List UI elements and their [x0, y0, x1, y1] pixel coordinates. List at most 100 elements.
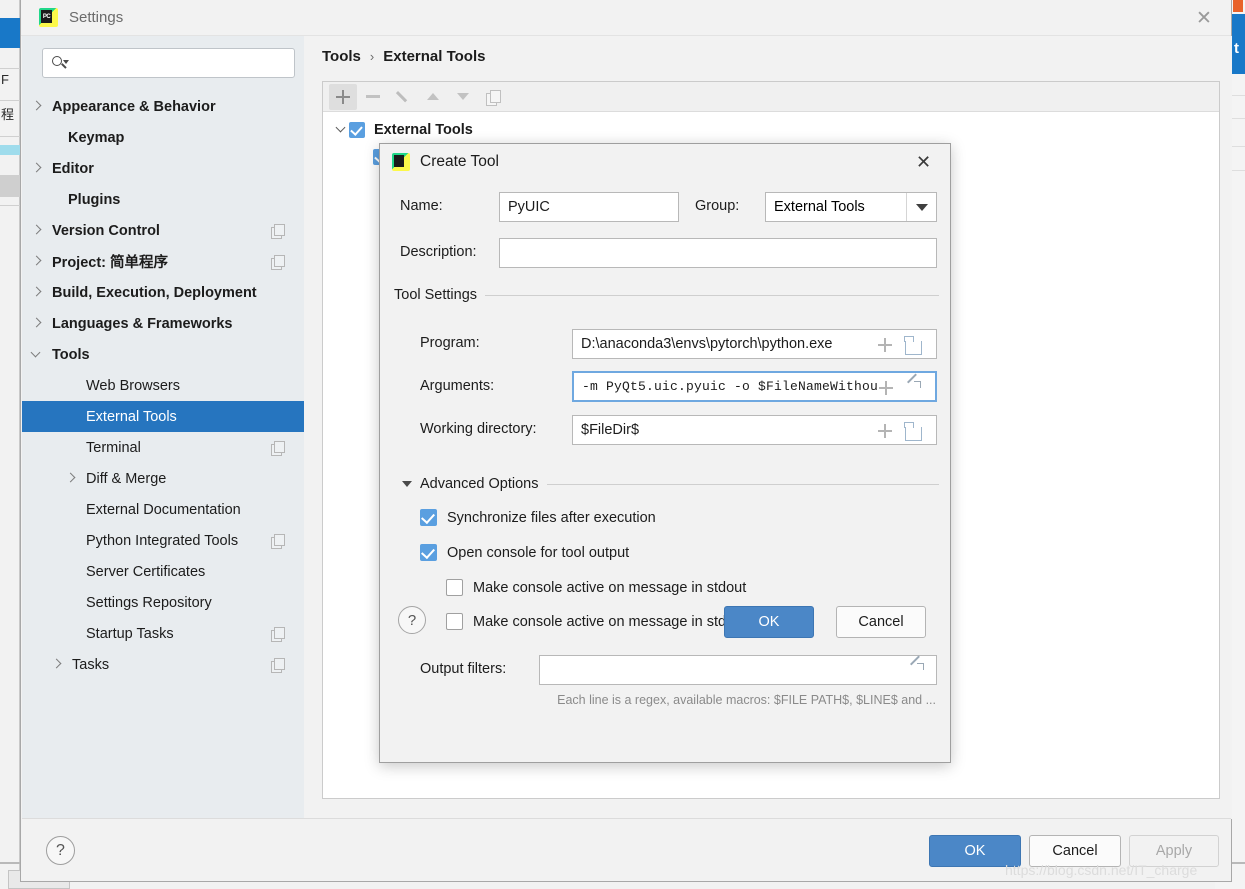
- sidebar-item-external-documentation[interactable]: External Documentation: [22, 494, 304, 525]
- sidebar-item-label: Terminal: [86, 440, 141, 456]
- browse-folder-icon[interactable]: [905, 427, 922, 441]
- name-input[interactable]: PyUIC: [499, 192, 679, 222]
- insert-macro-icon[interactable]: [879, 381, 893, 395]
- breadcrumb-parent[interactable]: Tools: [322, 48, 361, 65]
- checkbox-make-console-active-on-message-in-stderr[interactable]: Make console active on message in stderr: [446, 613, 744, 630]
- output-filters-input[interactable]: [539, 655, 937, 685]
- help-button[interactable]: ?: [46, 836, 75, 865]
- sidebar-item-label: External Documentation: [86, 502, 241, 518]
- copy-button: [479, 84, 507, 110]
- down-icon: [457, 93, 469, 100]
- insert-macro-icon[interactable]: [878, 338, 892, 352]
- add-button[interactable]: [329, 84, 357, 110]
- arguments-value: -m PyQt5.uic.pyuic -o $FileNameWithou: [582, 379, 887, 394]
- chevron-right-icon[interactable]: [30, 224, 44, 238]
- checkbox-open-console-for-tool-output[interactable]: Open console for tool output: [420, 544, 629, 561]
- sidebar-item-tools[interactable]: Tools: [22, 339, 304, 370]
- move-down-button: [449, 84, 477, 110]
- ide-right-orange-marker: [1233, 0, 1243, 12]
- sidebar-item-editor[interactable]: Editor: [22, 153, 304, 184]
- copy-settings-icon[interactable]: [271, 441, 284, 454]
- chevron-down-icon[interactable]: [335, 123, 349, 137]
- sidebar-item-settings-repository[interactable]: Settings Repository: [22, 587, 304, 618]
- checkbox-box[interactable]: [420, 544, 437, 561]
- triangle-down-icon[interactable]: [402, 481, 412, 487]
- move-up-button: [419, 84, 447, 110]
- search-icon: [52, 56, 67, 71]
- window-title: Settings: [69, 9, 123, 26]
- tool-group-checkbox[interactable]: [349, 122, 365, 138]
- expand-editor-icon[interactable]: [906, 381, 921, 396]
- copy-settings-icon[interactable]: [271, 224, 284, 237]
- close-icon[interactable]: ✕: [911, 150, 936, 174]
- program-label: Program:: [420, 335, 480, 351]
- group-label: Group:: [695, 198, 739, 214]
- description-input[interactable]: [499, 238, 937, 268]
- sidebar-item-external-tools[interactable]: External Tools: [22, 401, 304, 432]
- chevron-down-icon[interactable]: [30, 348, 44, 362]
- tool-group-row[interactable]: External Tools: [323, 116, 1219, 143]
- checkbox-box[interactable]: [446, 613, 463, 630]
- browse-folder-icon[interactable]: [905, 341, 922, 355]
- chevron-right-icon[interactable]: [64, 472, 78, 486]
- tool-settings-label: Tool Settings: [394, 287, 477, 303]
- ide-right-glyph: t: [1234, 40, 1239, 57]
- settings-titlebar: PC Settings ✕: [21, 0, 1231, 36]
- sidebar-item-tasks[interactable]: Tasks: [22, 649, 304, 680]
- copy-settings-icon[interactable]: [271, 255, 284, 268]
- checkbox-box[interactable]: [446, 579, 463, 596]
- chevron-down-icon[interactable]: [906, 193, 936, 221]
- dialog-cancel-button[interactable]: Cancel: [836, 606, 926, 638]
- sidebar-item-project[interactable]: Project: 简单程序: [22, 246, 304, 277]
- sidebar-item-appearance-behavior[interactable]: Appearance & Behavior: [22, 91, 304, 122]
- chevron-right-icon[interactable]: [30, 162, 44, 176]
- arguments-input[interactable]: -m PyQt5.uic.pyuic -o $FileNameWithou: [572, 371, 937, 402]
- sidebar-item-python-integrated-tools[interactable]: Python Integrated Tools: [22, 525, 304, 556]
- up-icon: [427, 93, 439, 100]
- close-icon[interactable]: ✕: [1191, 6, 1217, 30]
- program-input[interactable]: D:\anaconda3\envs\pytorch\python.exe: [572, 329, 937, 359]
- sidebar-item-label: Tasks: [72, 657, 109, 673]
- group-select[interactable]: External Tools: [765, 192, 937, 222]
- sidebar-item-languages-frameworks[interactable]: Languages & Frameworks: [22, 308, 304, 339]
- insert-macro-icon[interactable]: [878, 424, 892, 438]
- checkbox-box[interactable]: [420, 509, 437, 526]
- sidebar-item-build-execution-deployment[interactable]: Build, Execution, Deployment: [22, 277, 304, 308]
- search-input[interactable]: [42, 48, 295, 78]
- ide-left-glyph-1: F: [1, 72, 9, 87]
- sidebar-item-keymap[interactable]: Keymap: [22, 122, 304, 153]
- sidebar-item-label: Settings Repository: [86, 595, 212, 611]
- copy-settings-icon[interactable]: [271, 534, 284, 547]
- chevron-right-icon[interactable]: [50, 658, 64, 672]
- chevron-right-icon[interactable]: [30, 286, 44, 300]
- ide-left-block: [0, 175, 20, 197]
- pycharm-logo-icon: [392, 153, 410, 171]
- chevron-right-icon[interactable]: [30, 255, 44, 269]
- chevron-right-icon[interactable]: [30, 100, 44, 114]
- copy-settings-icon[interactable]: [271, 658, 284, 671]
- sidebar-item-web-browsers[interactable]: Web Browsers: [22, 370, 304, 401]
- name-value: PyUIC: [508, 199, 550, 215]
- copy-settings-icon[interactable]: [271, 627, 284, 640]
- advanced-options-group-header[interactable]: Advanced Options: [402, 476, 939, 492]
- sidebar-item-diff-merge[interactable]: Diff & Merge: [22, 463, 304, 494]
- sidebar-item-version-control[interactable]: Version Control: [22, 215, 304, 246]
- sidebar-item-terminal[interactable]: Terminal: [22, 432, 304, 463]
- working-directory-value: $FileDir$: [581, 422, 886, 438]
- sidebar-item-server-certificates[interactable]: Server Certificates: [22, 556, 304, 587]
- sidebar-item-plugins[interactable]: Plugins: [22, 184, 304, 215]
- screen: F 程 t if __name__ == '__main__' PC Setti…: [0, 0, 1245, 889]
- dialog-titlebar: Create Tool ✕: [380, 144, 950, 180]
- dialog-title: Create Tool: [420, 153, 499, 171]
- chevron-right-icon[interactable]: [30, 317, 44, 331]
- sidebar-item-label: Server Certificates: [86, 564, 205, 580]
- checkbox-synchronize-files-after-execution[interactable]: Synchronize files after execution: [420, 509, 656, 526]
- ide-left-highlight: [0, 145, 20, 155]
- breadcrumb: Tools › External Tools: [322, 48, 485, 65]
- dialog-ok-button[interactable]: OK: [724, 606, 814, 638]
- sidebar-item-startup-tasks[interactable]: Startup Tasks: [22, 618, 304, 649]
- dialog-help-button[interactable]: ?: [398, 606, 426, 634]
- working-directory-input[interactable]: $FileDir$: [572, 415, 937, 445]
- checkbox-make-console-active-on-message-in-stdout[interactable]: Make console active on message in stdout: [446, 579, 746, 596]
- expand-editor-icon[interactable]: [909, 663, 924, 678]
